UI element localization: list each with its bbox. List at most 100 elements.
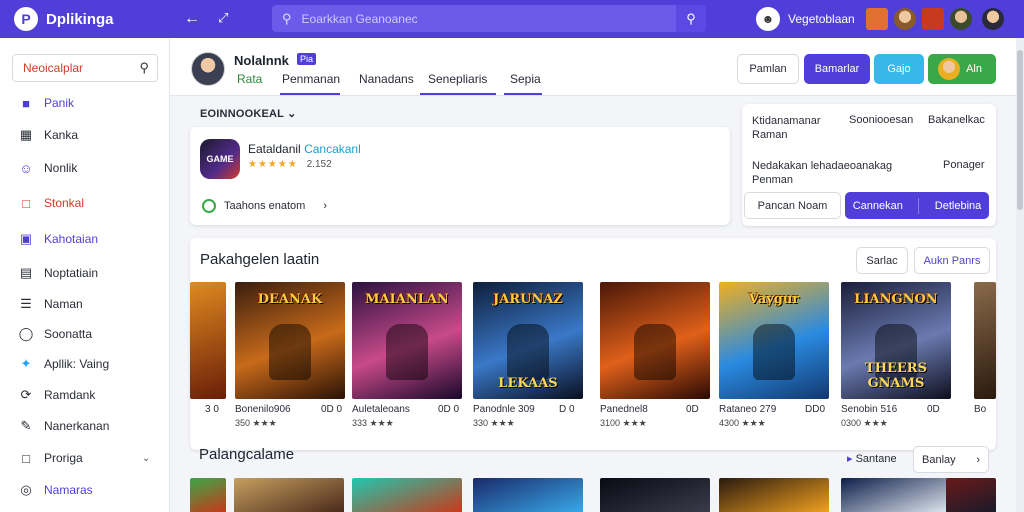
menu-icon: ☰ <box>20 296 32 311</box>
side-panel-text[interactable]: Bakanelkac <box>928 114 985 126</box>
game-title: Bo <box>974 404 987 415</box>
game-title[interactable]: Panednel8 <box>600 404 648 415</box>
coin-icon: ◯ <box>18 326 34 341</box>
sidebar-item-noptatiain[interactable]: ▤ Noptatiain <box>18 262 98 284</box>
game-card-row2[interactable] <box>190 478 226 512</box>
sidebar-item-label: Proriga <box>44 451 83 465</box>
chevron-right-icon: › <box>976 453 980 466</box>
game-card-row2[interactable] <box>234 478 344 512</box>
game-logo-text: JARUNAZ <box>493 292 563 307</box>
featured-app-card[interactable]: GAME Eataldanil Cancakanl ★★★★★ 2.152 Ta… <box>190 127 730 225</box>
game-card[interactable]: Vaygur <box>719 282 829 399</box>
expand-icon[interactable]: ⤢ <box>218 10 228 26</box>
side-panel-text: Nedakakan lehadaeoanakag <box>752 160 893 172</box>
game-card-row2[interactable] <box>473 478 583 512</box>
game-card-partial[interactable] <box>190 282 226 399</box>
game-card-row2[interactable] <box>719 478 829 512</box>
game-card[interactable]: MAIANLAN <box>352 282 462 399</box>
tab-penmanan[interactable]: Penmanan <box>280 72 340 95</box>
profile-avatar[interactable] <box>191 52 225 86</box>
game-card[interactable]: DEANAK <box>235 282 345 399</box>
game-art <box>974 282 996 399</box>
sidebar-item-soonatta[interactable]: ◯ Soonatta <box>18 323 92 345</box>
tab-nanadans[interactable]: Nanadans <box>357 72 416 95</box>
featured-app-title: Eataldanil Cancakanl <box>248 142 361 156</box>
side-panel-text[interactable]: Sooniooesan <box>849 114 913 126</box>
logo-icon: P <box>14 7 38 31</box>
santane-link[interactable]: ▸ Santane <box>847 452 897 465</box>
app-icon: GAME <box>200 139 240 179</box>
game-card[interactable]: LIANGNON THEERS GNAMS <box>841 282 951 399</box>
app-logo[interactable]: P Dplikinga <box>14 7 114 31</box>
section-title-label: EOINNOOKEAL <box>200 108 284 120</box>
sidebar-item-nonlik[interactable]: ☺ Nonlik <box>18 157 77 179</box>
user-name: Vegetoblaan <box>788 12 855 26</box>
game-price: 0D 0 <box>438 404 460 415</box>
sidebar-item-proriga[interactable]: □ Proriga ⌄ <box>18 447 150 469</box>
friend-avatar-icon[interactable] <box>982 8 1004 30</box>
banlay-label: Banlay <box>922 453 956 466</box>
sidebar-item-nanerkanan[interactable]: ✎ Nanerkanan <box>18 415 110 437</box>
trophy-icon[interactable] <box>922 8 944 30</box>
cannekan-label: Cannekan <box>852 199 903 212</box>
gajo-button[interactable]: Gajo <box>874 54 924 84</box>
gift-icon[interactable] <box>866 8 888 30</box>
pancan-noam-button[interactable]: Pancan Noam <box>744 192 841 219</box>
sidebar-item-kahotaian[interactable]: ▣ Kahotaian <box>18 228 98 250</box>
search-button[interactable]: ⚲ <box>676 5 706 32</box>
sidebar-item-label: Kahotaian <box>44 232 99 246</box>
game-card-row2[interactable] <box>352 478 462 512</box>
search-icon: ⚲ <box>282 10 292 26</box>
game-card[interactable] <box>600 282 710 399</box>
scrollbar-thumb[interactable] <box>1017 50 1023 210</box>
sidebar-item-label: Namaras <box>44 483 93 497</box>
sidebar-item-stonkal[interactable]: □ Stonkal <box>18 192 84 214</box>
user-menu[interactable]: ☻ Vegetoblaan <box>756 7 855 31</box>
globe-icon: ◎ <box>20 482 32 497</box>
game-character-art <box>507 324 549 380</box>
sarlac-button[interactable]: Sarlac <box>856 247 908 274</box>
sidebar-item-ramdank[interactable]: ⟳ Ramdank <box>18 384 96 406</box>
sidebar-item-namaras[interactable]: ◎ Namaras <box>18 479 93 501</box>
game-title[interactable]: Bonenilo906 <box>235 404 291 415</box>
sidebar-item-label: Nonlik <box>44 161 78 175</box>
game-card[interactable]: JARUNAZ LEKAAS <box>473 282 583 399</box>
side-panel-text[interactable]: Ponager <box>943 159 985 171</box>
sidebar-search[interactable]: Neoicalplar ⚲ <box>12 54 158 82</box>
cannekan-button[interactable]: Cannekan Detlebina <box>845 192 989 219</box>
bamarlar-button[interactable]: Bamarlar <box>804 54 870 84</box>
section-title[interactable]: EOINNOOKEAL ⌄ <box>200 107 297 120</box>
tab-rata[interactable]: Rata <box>235 72 264 95</box>
friend-avatar-icon[interactable] <box>950 8 972 30</box>
game-card-row2[interactable] <box>946 478 996 512</box>
sidebar-item-kanka[interactable]: ▦ Kanka <box>18 124 78 146</box>
chevron-down-icon[interactable]: ⌄ <box>142 453 150 464</box>
sidebar-item-apllik-vaing[interactable]: ✦ Apllik: Vaing <box>18 353 110 375</box>
search-input[interactable] <box>301 11 672 26</box>
back-arrow-icon[interactable]: ← <box>184 10 200 28</box>
featured-link[interactable]: Taahons enatom › <box>202 199 327 213</box>
game-rating: 330 ★★★ <box>473 418 515 428</box>
friend-avatar-icon[interactable] <box>894 8 916 30</box>
game-title[interactable]: Rataneo 279 <box>719 404 776 415</box>
sidebar-search-label: Neoicalplar <box>23 61 84 75</box>
game-card-row2[interactable] <box>600 478 710 512</box>
scrollbar[interactable] <box>1016 38 1024 512</box>
pamlan-button[interactable]: Pamlan <box>737 54 799 84</box>
game-card-row2[interactable] <box>841 478 951 512</box>
sidebar-item-label: Ramdank <box>44 388 96 402</box>
aln-button[interactable]: Aln <box>928 54 996 84</box>
game-card-partial[interactable] <box>974 282 996 399</box>
sidebar-item-naman[interactable]: ☰ Naman <box>18 293 83 315</box>
user-avatar-icon: ☻ <box>756 7 780 31</box>
game-title[interactable]: Panodnle 309 <box>473 404 535 415</box>
banlay-button[interactable]: Banlay › <box>913 446 989 473</box>
tab-sepia[interactable]: Sepia <box>504 72 542 95</box>
profile-badge: Pia <box>297 53 317 65</box>
aukn-panrs-button[interactable]: Aukn Panrs <box>914 247 990 274</box>
game-title[interactable]: Senobin 516 <box>841 404 897 415</box>
side-panel-row2-label: Nedakakan lehadaeoanakag Penman <box>752 159 902 187</box>
tab-senepliaris[interactable]: Senepliaris <box>420 72 496 95</box>
game-title[interactable]: Auletaleoans <box>352 404 410 415</box>
sidebar-item-panik[interactable]: ■ Panik <box>18 92 74 114</box>
